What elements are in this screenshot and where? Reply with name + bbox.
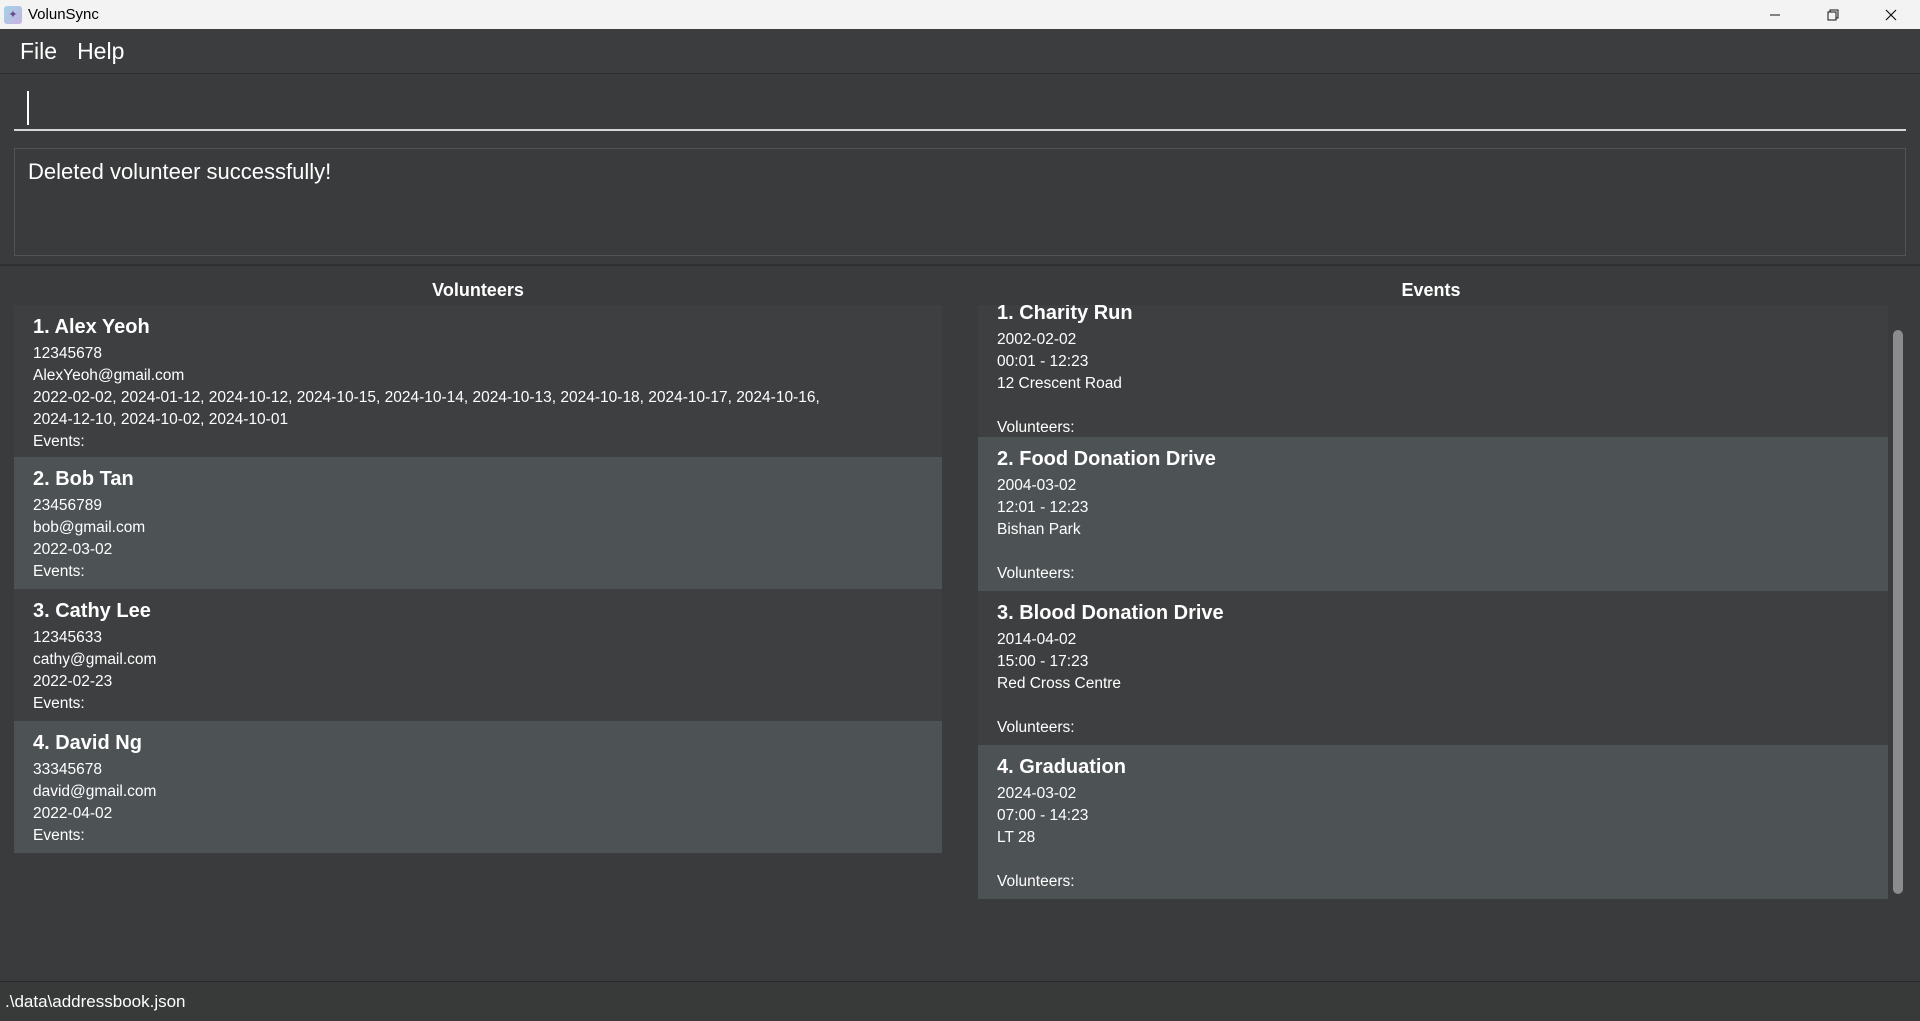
result-message: Deleted volunteer successfully! — [28, 159, 332, 184]
event-name: 4. Graduation — [997, 756, 1126, 778]
event-card-4[interactable]: 4. Graduation 2024-03-02 07:00 - 14:23 L… — [978, 745, 1888, 899]
event-date: 2024-03-02 — [997, 785, 1077, 802]
command-box — [0, 73, 1920, 137]
menu-file[interactable]: File — [10, 38, 67, 65]
volunteer-phone: 12345633 — [33, 629, 102, 646]
command-input[interactable] — [14, 86, 1906, 131]
divider — [0, 264, 1920, 266]
event-date: 2004-03-02 — [997, 477, 1077, 494]
app-logo-icon: ✦ — [4, 5, 22, 24]
volunteer-events: Events: — [33, 433, 85, 450]
event-volunteers: Volunteers: — [997, 873, 1075, 890]
volunteer-dates: 2022-04-02 — [33, 805, 113, 822]
volunteer-card-2[interactable]: 2. Bob Tan 23456789 bob@gmail.com 2022-0… — [14, 457, 942, 589]
volunteer-events: Events: — [33, 563, 85, 580]
restore-button[interactable] — [1804, 0, 1862, 29]
event-time: 15:00 - 17:23 — [997, 653, 1089, 670]
event-volunteers: Volunteers: — [997, 719, 1075, 736]
title-bar: ✦ VolunSync — [0, 0, 1920, 29]
volunteer-dates-cont: 2024-12-10, 2024-10-02, 2024-10-01 — [33, 411, 289, 428]
volunteer-phone: 23456789 — [33, 497, 102, 514]
event-card-1[interactable]: 1. Charity Run 2002-02-02 00:01 - 12:23 … — [978, 305, 1888, 437]
minimize-icon — [1770, 14, 1780, 15]
volunteers-heading: Volunteers — [432, 280, 524, 300]
volunteer-email: bob@gmail.com — [33, 519, 146, 536]
status-bar: .\data\addressbook.json — [0, 981, 1920, 1021]
volunteer-phone: 33345678 — [33, 761, 102, 778]
minimize-button[interactable] — [1746, 0, 1804, 29]
volunteer-phone: 12345678 — [33, 345, 102, 362]
window-controls — [1746, 0, 1920, 29]
close-button[interactable] — [1862, 0, 1920, 29]
volunteer-list[interactable]: 1. Alex Yeoh 12345678 AlexYeoh@gmail.com… — [14, 305, 942, 853]
event-volunteers: Volunteers: — [997, 565, 1075, 582]
result-display: Deleted volunteer successfully! — [14, 148, 1906, 256]
volunteer-dates: 2022-02-02, 2024-01-12, 2024-10-12, 2024… — [33, 389, 820, 406]
event-volunteers: Volunteers: — [997, 419, 1075, 436]
event-list-scrollbar[interactable] — [1893, 330, 1903, 894]
text-caret — [27, 91, 29, 125]
event-time: 07:00 - 14:23 — [997, 807, 1089, 824]
volunteer-dates: 2022-03-02 — [33, 541, 113, 558]
restore-icon — [1827, 9, 1839, 20]
volunteer-email: cathy@gmail.com — [33, 651, 157, 668]
event-location: Bishan Park — [997, 521, 1081, 538]
menu-bar: File Help — [0, 29, 1920, 73]
event-location: Red Cross Centre — [997, 675, 1122, 692]
data-file-path: .\data\addressbook.json — [5, 991, 186, 1011]
volunteer-events: Events: — [33, 827, 85, 844]
volunteer-dates: 2022-02-23 — [33, 673, 113, 690]
volunteer-name: 3. Cathy Lee — [33, 600, 151, 622]
volunteer-events: Events: — [33, 695, 85, 712]
event-card-3[interactable]: 3. Blood Donation Drive 2014-04-02 15:00… — [978, 591, 1888, 745]
event-time: 00:01 - 12:23 — [997, 353, 1089, 370]
event-time: 12:01 - 12:23 — [997, 499, 1089, 516]
volunteer-email: AlexYeoh@gmail.com — [33, 367, 185, 384]
event-list[interactable]: 1. Charity Run 2002-02-02 00:01 - 12:23 … — [978, 305, 1888, 901]
volunteer-name: 2. Bob Tan — [33, 468, 134, 490]
close-icon — [1885, 9, 1897, 20]
event-location: LT 28 — [997, 829, 1036, 846]
event-name: 3. Blood Donation Drive — [997, 602, 1224, 624]
volunteer-name: 4. David Ng — [33, 732, 142, 754]
event-name: 2. Food Donation Drive — [997, 448, 1216, 470]
window-title: VolunSync — [28, 6, 99, 23]
event-location: 12 Crescent Road — [997, 375, 1122, 392]
volunteer-email: david@gmail.com — [33, 783, 157, 800]
event-date: 2014-04-02 — [997, 631, 1077, 648]
menu-help[interactable]: Help — [67, 38, 134, 65]
event-date: 2002-02-02 — [997, 331, 1077, 348]
events-heading: Events — [1401, 280, 1461, 300]
app-window: ✦ VolunSync File Help Deleted volunteer … — [0, 0, 1920, 1021]
volunteer-card-3[interactable]: 3. Cathy Lee 12345633 cathy@gmail.com 20… — [14, 589, 942, 721]
event-card-2[interactable]: 2. Food Donation Drive 2004-03-02 12:01 … — [978, 437, 1888, 591]
event-list-scroll-content: 1. Charity Run 2002-02-02 00:01 - 12:23 … — [978, 305, 1888, 899]
event-name: 1. Charity Run — [997, 305, 1133, 324]
volunteer-card-1[interactable]: 1. Alex Yeoh 12345678 AlexYeoh@gmail.com… — [14, 305, 942, 457]
volunteer-card-4[interactable]: 4. David Ng 33345678 david@gmail.com 202… — [14, 721, 942, 853]
volunteer-name: 1. Alex Yeoh — [33, 316, 150, 338]
